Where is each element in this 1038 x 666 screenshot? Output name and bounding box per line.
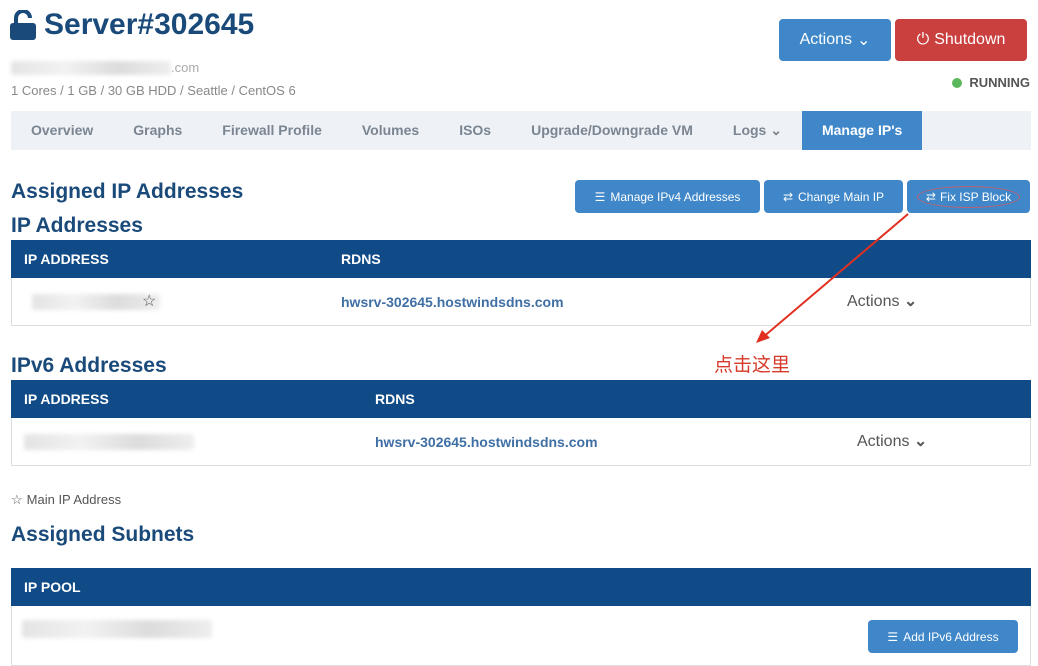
ipv6-table-header: IP ADDRESS RDNS	[11, 380, 1031, 418]
star-icon: ☆	[11, 492, 23, 507]
row-actions-button[interactable]: Actions ⌄	[857, 418, 927, 466]
ipv6-title: IPv6 Addresses	[11, 354, 167, 377]
add-ipv6-button[interactable]: ☰ Add IPv6 Address	[868, 620, 1018, 653]
table-row: hwsrv-302645.hostwindsdns.com Actions ⌄	[11, 418, 1031, 466]
ip-address-redacted	[24, 434, 194, 450]
annotation-text: 点击这里	[714, 354, 791, 376]
rdns-link[interactable]: hwsrv-302645.hostwindsdns.com	[375, 418, 598, 466]
ip-pool-redacted	[22, 620, 212, 638]
annotation-arrow	[756, 213, 909, 343]
list-icon: ☰	[887, 629, 899, 644]
chevron-down-icon: ⌄	[913, 433, 928, 450]
subnets-title: Assigned Subnets	[11, 523, 195, 546]
subnets-table-header: IP POOL	[11, 568, 1031, 606]
main-ip-legend: ☆ Main IP Address	[11, 492, 122, 507]
